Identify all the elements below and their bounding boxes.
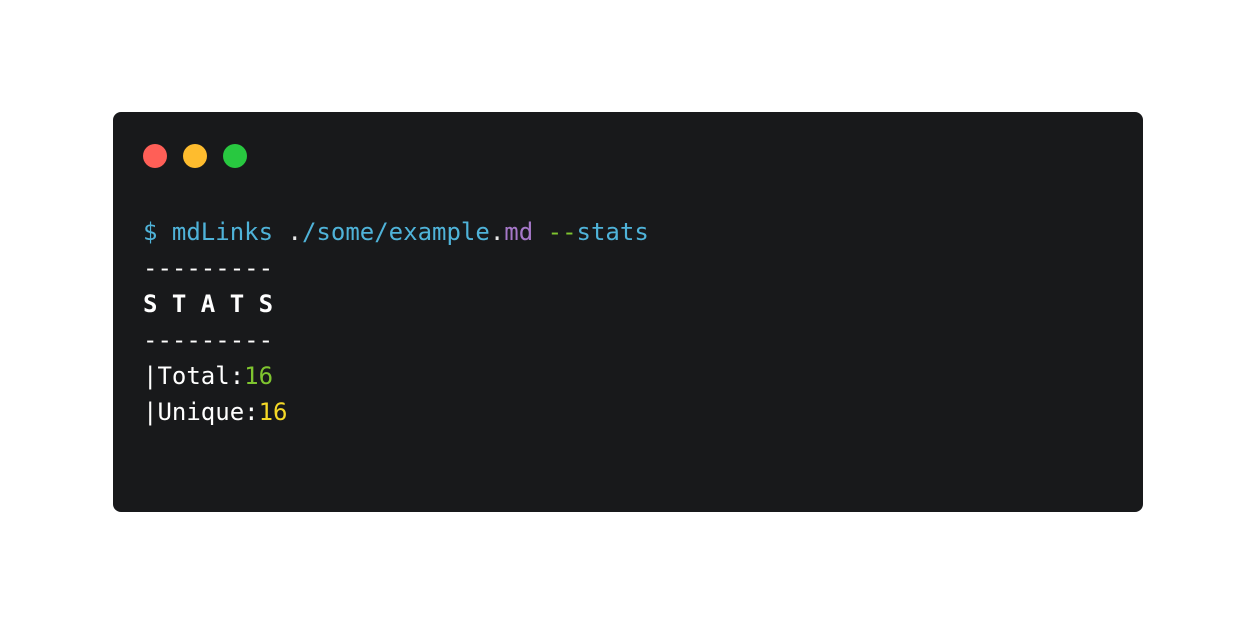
path-prefix: . xyxy=(287,218,302,246)
minimize-window-button[interactable] xyxy=(183,144,207,168)
flag-dashes: -- xyxy=(547,218,577,246)
path-body: /some/example xyxy=(301,218,490,246)
path-dot: . xyxy=(489,218,505,246)
path-extension: md xyxy=(504,218,534,246)
prompt-symbol: $ xyxy=(143,218,158,246)
separator-bottom: --------- xyxy=(143,326,274,354)
command-program: mdLinks xyxy=(171,218,274,246)
separator-top: --------- xyxy=(143,254,274,282)
stat-unique-row: |Unique:16 xyxy=(143,394,649,430)
stat-total-label: |Total: xyxy=(143,362,245,390)
terminal-output: $ mdLinks ./some/example.md --stats ----… xyxy=(143,214,649,430)
stat-unique-label: |Unique: xyxy=(143,398,259,426)
maximize-window-button[interactable] xyxy=(223,144,247,168)
stat-total-row: |Total:16 xyxy=(143,358,649,394)
terminal-window: $ mdLinks ./some/example.md --stats ----… xyxy=(113,112,1143,512)
close-window-button[interactable] xyxy=(143,144,167,168)
stat-total-value: 16 xyxy=(244,362,274,390)
stats-heading: S T A T S xyxy=(143,290,274,318)
command-line: $ mdLinks ./some/example.md --stats xyxy=(143,214,649,250)
flag-name: stats xyxy=(576,218,649,246)
stat-unique-value: 16 xyxy=(258,398,288,426)
